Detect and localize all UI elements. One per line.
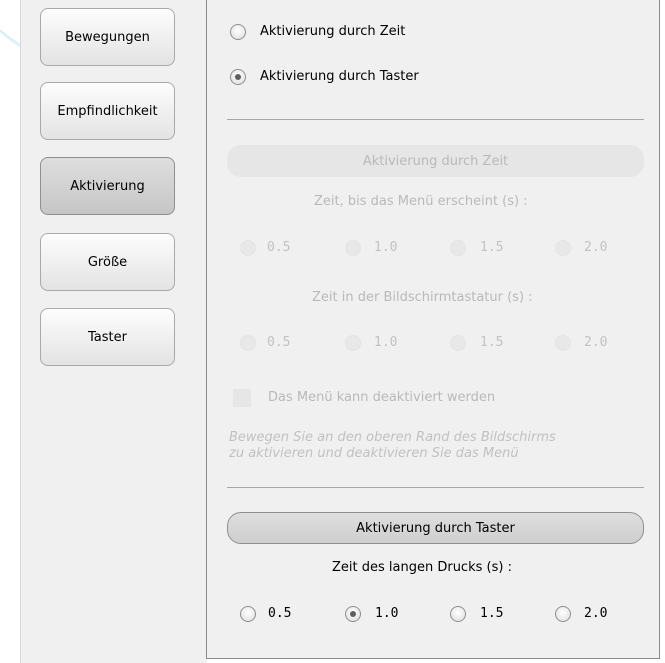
- radio-activation-button-label: Aktivierung durch Taster: [260, 69, 419, 84]
- radio-activation-time-label: Aktivierung durch Zeit: [260, 24, 406, 39]
- radio-keyboard-time-1-5[interactable]: [450, 335, 466, 351]
- option-label: 1.5: [480, 335, 504, 350]
- checkbox-menu-deactivatable-label: Das Menü kann deaktiviert werden: [268, 390, 496, 405]
- radio-long-press-2-0[interactable]: [555, 606, 571, 622]
- option-label: 1.0: [374, 335, 398, 350]
- radio-menu-delay-1-0[interactable]: [345, 240, 361, 256]
- long-press-label: Zeit des langen Drucks (s) :: [332, 560, 512, 575]
- radio-long-press-0-5[interactable]: [240, 606, 256, 622]
- option-label: 2.0: [584, 606, 608, 621]
- nav-button-groesse[interactable]: Größe: [40, 233, 175, 291]
- settings-window: Bewegungen Empfindlichkeit Aktivierung G…: [0, 0, 665, 663]
- option-label: 0.5: [267, 335, 291, 350]
- radio-activation-time[interactable]: [230, 24, 246, 40]
- radio-menu-delay-2-0[interactable]: [555, 240, 571, 256]
- divider: [227, 119, 644, 120]
- section-header-time: Aktivierung durch Zeit: [227, 145, 644, 177]
- radio-long-press-1-0[interactable]: [345, 606, 361, 622]
- section-header-button: Aktivierung durch Taster: [227, 512, 644, 544]
- radio-keyboard-time-1-0[interactable]: [345, 335, 361, 351]
- option-label: 0.5: [268, 606, 292, 621]
- radio-long-press-1-5[interactable]: [450, 606, 466, 622]
- option-label: 1.5: [480, 240, 504, 255]
- nav-button-empfindlichkeit[interactable]: Empfindlichkeit: [40, 82, 175, 140]
- radio-keyboard-time-2-0[interactable]: [555, 335, 571, 351]
- nav-button-aktivierung[interactable]: Aktivierung: [40, 157, 175, 215]
- option-label: 2.0: [584, 240, 608, 255]
- option-label: 1.0: [375, 606, 399, 621]
- option-label: 2.0: [584, 335, 608, 350]
- keyboard-time-label: Zeit in der Bildschirmtastatur (s) :: [312, 290, 533, 305]
- radio-keyboard-time-0-5[interactable]: [240, 335, 256, 351]
- hint-line-2: zu aktivieren und deaktivieren Sie das M…: [229, 446, 519, 461]
- option-label: 1.0: [374, 240, 398, 255]
- option-label: 1.5: [480, 606, 504, 621]
- radio-menu-delay-1-5[interactable]: [450, 240, 466, 256]
- nav-button-bewegungen[interactable]: Bewegungen: [40, 8, 175, 66]
- radio-activation-button[interactable]: [230, 69, 246, 85]
- nav-button-taster[interactable]: Taster: [40, 308, 175, 366]
- divider: [227, 487, 644, 488]
- hint-line-1: Bewegen Sie an den oberen Rand des Bilds…: [229, 430, 556, 445]
- menu-delay-label: Zeit, bis das Menü erscheint (s) :: [314, 194, 528, 209]
- radio-menu-delay-0-5[interactable]: [240, 240, 256, 256]
- option-label: 0.5: [267, 240, 291, 255]
- hint-text: Bewegen Sie an den oberen Rand des Bilds…: [229, 430, 629, 462]
- checkbox-menu-deactivatable[interactable]: [233, 389, 251, 407]
